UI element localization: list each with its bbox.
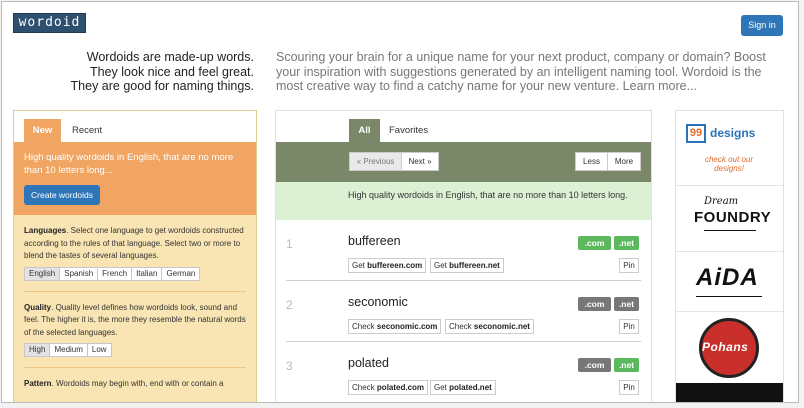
tagline-line: Wordoids are made-up words. bbox=[86, 50, 254, 64]
tab-recent[interactable]: Recent bbox=[72, 119, 102, 142]
pattern-text: . Wordoids may begin with, end with or c… bbox=[51, 379, 224, 388]
com-available-badge[interactable]: .com bbox=[578, 236, 611, 250]
domain-action: Check bbox=[352, 383, 375, 392]
pattern-section: Pattern. Wordoids may begin with, end wi… bbox=[14, 368, 256, 391]
languages-help: Languages. Select one language to get wo… bbox=[24, 225, 246, 263]
page-frame: wordoid Sign in Wordoids are made-up wor… bbox=[1, 1, 799, 403]
net-taken-badge[interactable]: .net bbox=[614, 297, 639, 311]
dream-text: Dream bbox=[704, 196, 739, 207]
99designs-logo: 99 bbox=[686, 124, 706, 143]
more-button[interactable]: More bbox=[607, 152, 641, 171]
language-option-english[interactable]: English bbox=[24, 266, 61, 281]
pin-button[interactable]: Pin bbox=[619, 258, 639, 273]
logo-underline bbox=[696, 296, 762, 297]
languages-section: Languages. Select one language to get wo… bbox=[14, 215, 256, 281]
wordoid-logo[interactable]: wordoid bbox=[13, 13, 86, 33]
foundry-text: FOUNDRY bbox=[694, 209, 772, 226]
tagline-line: They are good for naming things. bbox=[70, 79, 254, 93]
wordoid[interactable]: buffereen bbox=[348, 234, 401, 248]
results-tabs: All Favorites bbox=[276, 111, 651, 142]
language-option-french[interactable]: French bbox=[97, 266, 133, 281]
tab-favorites[interactable]: Favorites bbox=[389, 119, 428, 142]
domain-name: buffereen.com bbox=[367, 261, 423, 270]
check-net-button[interactable]: Check seconomic.net bbox=[445, 319, 534, 334]
quality-option-high[interactable]: High bbox=[24, 343, 51, 357]
next-button[interactable]: Next » bbox=[401, 152, 439, 171]
tagline-right: Scouring your brain for a unique name fo… bbox=[276, 50, 766, 93]
99designs-wordmark: designs bbox=[710, 126, 756, 140]
domain-action: Get bbox=[352, 261, 365, 270]
sponsor-ads: 99 designs check out our designs! Dream … bbox=[675, 110, 784, 402]
language-selector: English Spanish French Italian German bbox=[24, 266, 246, 281]
ad-pohans[interactable]: Pohans bbox=[676, 312, 783, 380]
get-com-button[interactable]: Get buffereen.com bbox=[348, 258, 427, 273]
com-taken-badge[interactable]: .com bbox=[578, 297, 611, 311]
ad-dream-foundry[interactable]: Dream FOUNDRY bbox=[676, 186, 783, 252]
create-panel: New Recent High quality wordoids in Engl… bbox=[13, 110, 257, 402]
wordoid-row: 3 polated .com .net Check polated.com Ge… bbox=[286, 342, 641, 402]
logo-underline bbox=[704, 230, 756, 235]
row-number: 1 bbox=[286, 237, 293, 251]
pohans-logo: Pohans bbox=[702, 340, 749, 354]
quality-option-low[interactable]: Low bbox=[86, 343, 112, 357]
wordoid-row: 1 buffereen .com .net Get buffereen.com … bbox=[286, 220, 641, 281]
check-com-button[interactable]: Check seconomic.com bbox=[348, 319, 442, 334]
quality-option-medium[interactable]: Medium bbox=[49, 343, 88, 357]
tagline-line: They look nice and feel great. bbox=[90, 64, 254, 79]
current-settings: High quality wordoids in English, that a… bbox=[14, 142, 256, 215]
get-net-button[interactable]: Get buffereen.net bbox=[430, 258, 504, 273]
domain-action: Get bbox=[434, 383, 447, 392]
domain-name: buffereen.net bbox=[449, 261, 500, 270]
domain-name: polated.com bbox=[376, 383, 425, 392]
ad-99designs[interactable]: 99 designs check out our designs! bbox=[676, 111, 783, 186]
check-com-button[interactable]: Check polated.com bbox=[348, 380, 429, 395]
quality-text: . Quality level defines how wordoids loo… bbox=[24, 302, 246, 337]
ad-tagline: check out our designs! bbox=[704, 155, 754, 173]
language-option-german[interactable]: German bbox=[161, 266, 201, 281]
domain-action: Check bbox=[352, 322, 375, 331]
net-available-badge[interactable]: .net bbox=[614, 358, 639, 372]
settings-description: High quality wordoids in English, that a… bbox=[24, 152, 234, 176]
tagline-left: Wordoids are made-up words. They look ni… bbox=[47, 50, 254, 94]
pin-button[interactable]: Pin bbox=[619, 380, 639, 395]
quality-selector: High Medium Low bbox=[24, 343, 246, 357]
results-info: High quality wordoids in English, that a… bbox=[276, 182, 651, 220]
domain-action: Check bbox=[449, 322, 472, 331]
pattern-title: Pattern bbox=[24, 379, 52, 388]
wordoid-row: 2 seconomic .com .net Check seconomic.co… bbox=[286, 281, 641, 342]
row-number: 2 bbox=[286, 298, 293, 312]
domain-name: seconomic.com bbox=[376, 322, 438, 331]
create-tabs: New Recent bbox=[14, 111, 256, 142]
language-option-spanish[interactable]: Spanish bbox=[59, 266, 99, 281]
domain-name: seconomic.net bbox=[473, 322, 530, 331]
pager-bar: « Previous Next » Less More bbox=[276, 142, 651, 182]
ad-aida[interactable]: AiDA bbox=[676, 252, 783, 312]
tab-new[interactable]: New bbox=[24, 119, 61, 142]
quality-section: Quality. Quality level defines how wordo… bbox=[14, 292, 256, 357]
wordoid[interactable]: polated bbox=[348, 356, 389, 370]
row-number: 3 bbox=[286, 359, 293, 373]
get-net-button[interactable]: Get polated.net bbox=[430, 380, 496, 395]
domain-action: Get bbox=[434, 261, 447, 270]
quality-title: Quality bbox=[24, 302, 52, 312]
quality-help: Quality. Quality level defines how wordo… bbox=[24, 302, 246, 340]
pattern-help: Pattern. Wordoids may begin with, end wi… bbox=[24, 378, 246, 391]
wordoid[interactable]: seconomic bbox=[348, 295, 408, 309]
less-button[interactable]: Less bbox=[575, 152, 608, 171]
aida-logo: AiDA bbox=[696, 264, 759, 291]
language-option-italian[interactable]: Italian bbox=[131, 266, 163, 281]
pin-button[interactable]: Pin bbox=[619, 319, 639, 334]
net-available-badge[interactable]: .net bbox=[614, 236, 639, 250]
domain-name: polated.net bbox=[449, 383, 492, 392]
com-taken-badge[interactable]: .com bbox=[578, 358, 611, 372]
create-wordoids-button[interactable]: Create wordoids bbox=[24, 185, 100, 205]
results-panel: All Favorites « Previous Next » Less Mor… bbox=[275, 110, 652, 402]
tab-all[interactable]: All bbox=[349, 119, 380, 142]
ad-dark-banner[interactable] bbox=[676, 383, 783, 402]
previous-button[interactable]: « Previous bbox=[349, 152, 402, 171]
sign-in-button[interactable]: Sign in bbox=[741, 15, 783, 36]
languages-title: Languages bbox=[24, 226, 67, 235]
